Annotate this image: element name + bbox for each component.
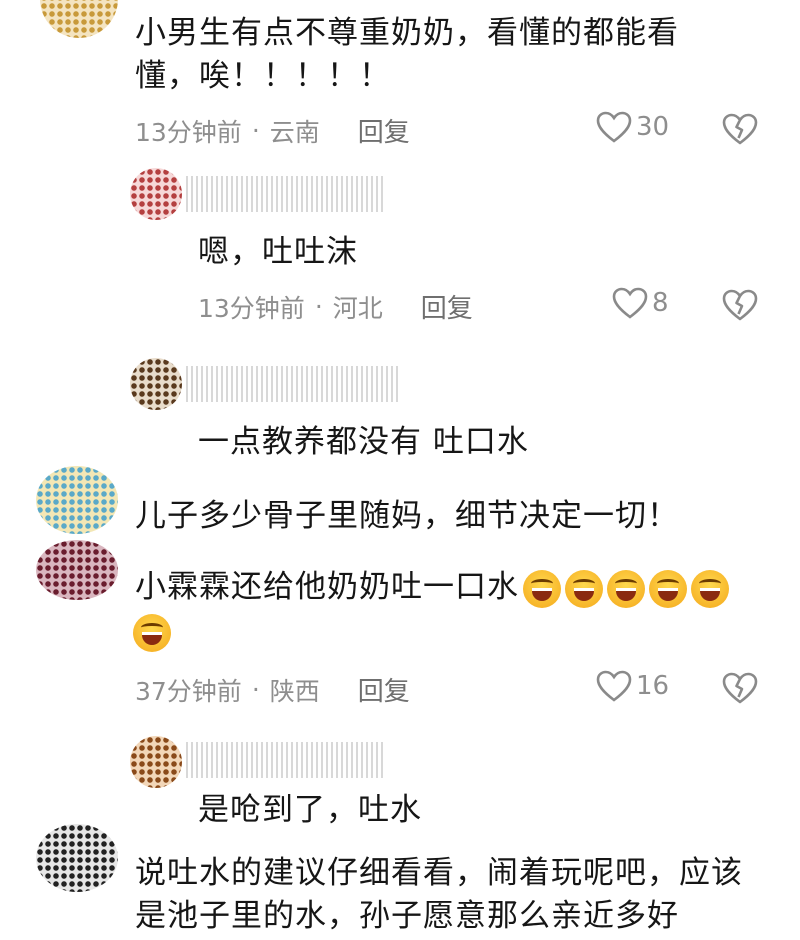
avatar[interactable] (130, 736, 182, 788)
reply-button[interactable]: 回复 (421, 288, 473, 325)
comment-text: 说吐水的建议仔细看看，闹着玩呢吧，应该是池子里的水，孙子愿意那么亲近多好 (135, 855, 743, 934)
like-button[interactable]: 30 (596, 110, 669, 144)
like-count: 16 (636, 671, 670, 701)
reply-button[interactable]: 回复 (358, 112, 410, 149)
comment-text-content: 小霖霖还给他奶奶吐一口水 (135, 569, 519, 605)
avatar[interactable] (36, 540, 118, 600)
comment-region: 陕西 (269, 676, 320, 706)
username-blurred (186, 366, 400, 402)
avatar[interactable] (130, 358, 182, 410)
laughing-emoji-icon (649, 569, 687, 608)
comment-text: 儿子多少骨子里随妈，细节决定一切！ (135, 498, 679, 534)
meta-separator: · (251, 675, 260, 704)
heart-outline-icon (596, 670, 632, 702)
meta-separator: · (314, 292, 323, 321)
reply-button[interactable]: 回复 (358, 671, 410, 708)
comment-time: 37分钟前 (135, 676, 242, 706)
broken-heart-icon[interactable] (722, 288, 758, 322)
laughing-emoji-icon (523, 569, 561, 608)
comment-text: 一点教养都没有 吐口水 (198, 424, 529, 460)
avatar[interactable] (36, 466, 118, 534)
avatar[interactable] (36, 824, 118, 892)
username-blurred (186, 176, 386, 212)
like-count: 30 (636, 112, 670, 142)
meta-separator: · (251, 116, 260, 145)
comment-text: 嗯，吐吐沫 (198, 234, 358, 270)
broken-heart-icon[interactable] (722, 112, 758, 146)
comment-meta: 13分钟前 · 云南 回复 (135, 112, 410, 149)
comment-region: 云南 (269, 117, 320, 147)
avatar[interactable] (130, 168, 182, 220)
comment-meta: 13分钟前 · 河北 回复 (198, 288, 473, 325)
comment-region: 河北 (332, 293, 383, 323)
laughing-emoji-icon (565, 569, 603, 608)
comment-time: 13分钟前 (198, 293, 305, 323)
laughing-emoji-icon (133, 614, 171, 652)
username-blurred (186, 742, 386, 778)
comment-text: 小霖霖还给他奶奶吐一口水 (135, 566, 775, 609)
heart-outline-icon (596, 111, 632, 143)
comment-text: 小男生有点不尊重奶奶，看懂的都能看懂，唉！！！！！ (135, 15, 679, 94)
comment-time: 13分钟前 (135, 117, 242, 147)
laughing-emoji-icon (607, 569, 645, 608)
comment-meta: 37分钟前 · 陕西 回复 (135, 671, 410, 708)
like-button[interactable]: 8 (612, 286, 669, 320)
like-count: 8 (652, 288, 669, 318)
laughing-emoji-icon (691, 569, 729, 608)
broken-heart-icon[interactable] (722, 671, 758, 705)
like-button[interactable]: 16 (596, 669, 669, 703)
comment-text: 是呛到了，吐水 (198, 792, 422, 828)
avatar[interactable] (40, 0, 118, 38)
heart-outline-icon (612, 287, 648, 319)
